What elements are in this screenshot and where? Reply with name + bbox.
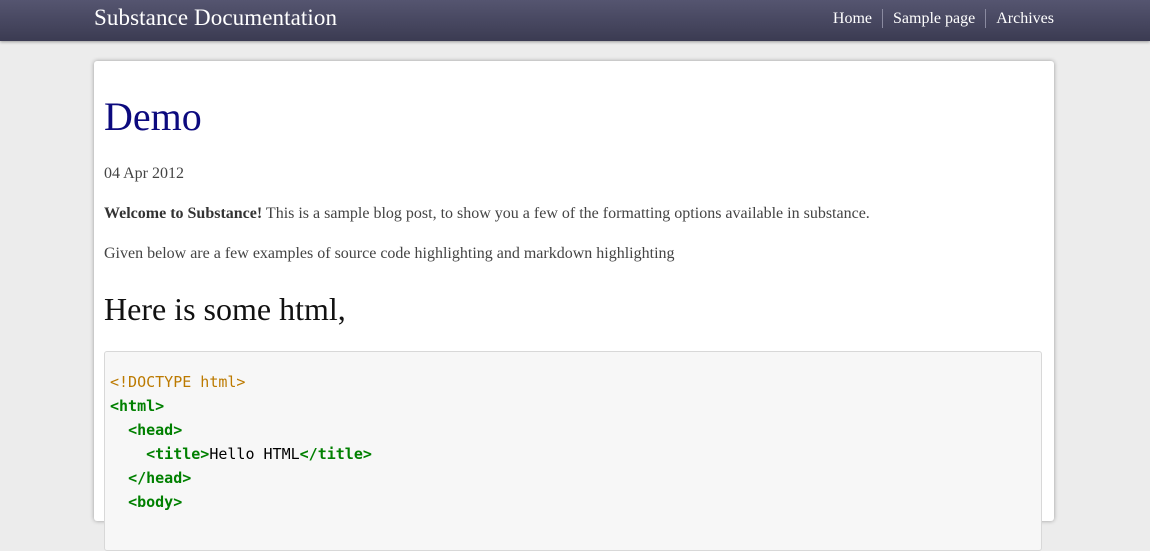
intro-text: This is a sample blog post, to show you … — [262, 205, 870, 222]
description-paragraph: Given below are a few examples of source… — [104, 245, 675, 262]
nav-home-link[interactable]: Home — [833, 9, 882, 28]
code-tag: <body> — [128, 493, 183, 511]
code-tag: <head> — [128, 421, 183, 439]
section-heading: Here is some html, — [104, 291, 346, 327]
code-doctype: <!DOCTYPE html> — [110, 373, 246, 391]
code-line: <html> — [110, 394, 1041, 418]
nav-archives-link[interactable]: Archives — [985, 9, 1054, 28]
post-title: Demo — [104, 94, 202, 139]
code-line: <!DOCTYPE html> — [110, 370, 1041, 394]
post-date: 04 Apr 2012 — [104, 165, 184, 182]
code-line: <body> — [110, 490, 1041, 514]
intro-paragraph: Welcome to Substance! This is a sample b… — [104, 205, 870, 223]
site-brand-link[interactable]: Substance Documentation — [94, 5, 337, 31]
code-tag: </head> — [128, 469, 192, 487]
post-card: Demo 04 Apr 2012 Welcome to Substance! T… — [94, 61, 1054, 551]
nav-sample-page-link[interactable]: Sample page — [882, 9, 985, 28]
intro-bold-text: Welcome to Substance! — [104, 205, 263, 222]
code-tag: <html> — [110, 397, 165, 415]
code-block: <!DOCTYPE html> <html> <head> <title>Hel… — [104, 351, 1042, 551]
code-tag: </title> — [299, 445, 372, 463]
code-text: Hello HTML — [209, 445, 300, 463]
code-line: <title>Hello HTML</title> — [110, 442, 1041, 466]
code-tag: <title> — [146, 445, 210, 463]
code-line: <head> — [110, 418, 1041, 442]
top-navigation-bar: Substance Documentation Home Sample page… — [0, 0, 1150, 41]
code-line: </head> — [110, 466, 1041, 490]
main-nav: Home Sample page Archives — [833, 9, 1054, 28]
